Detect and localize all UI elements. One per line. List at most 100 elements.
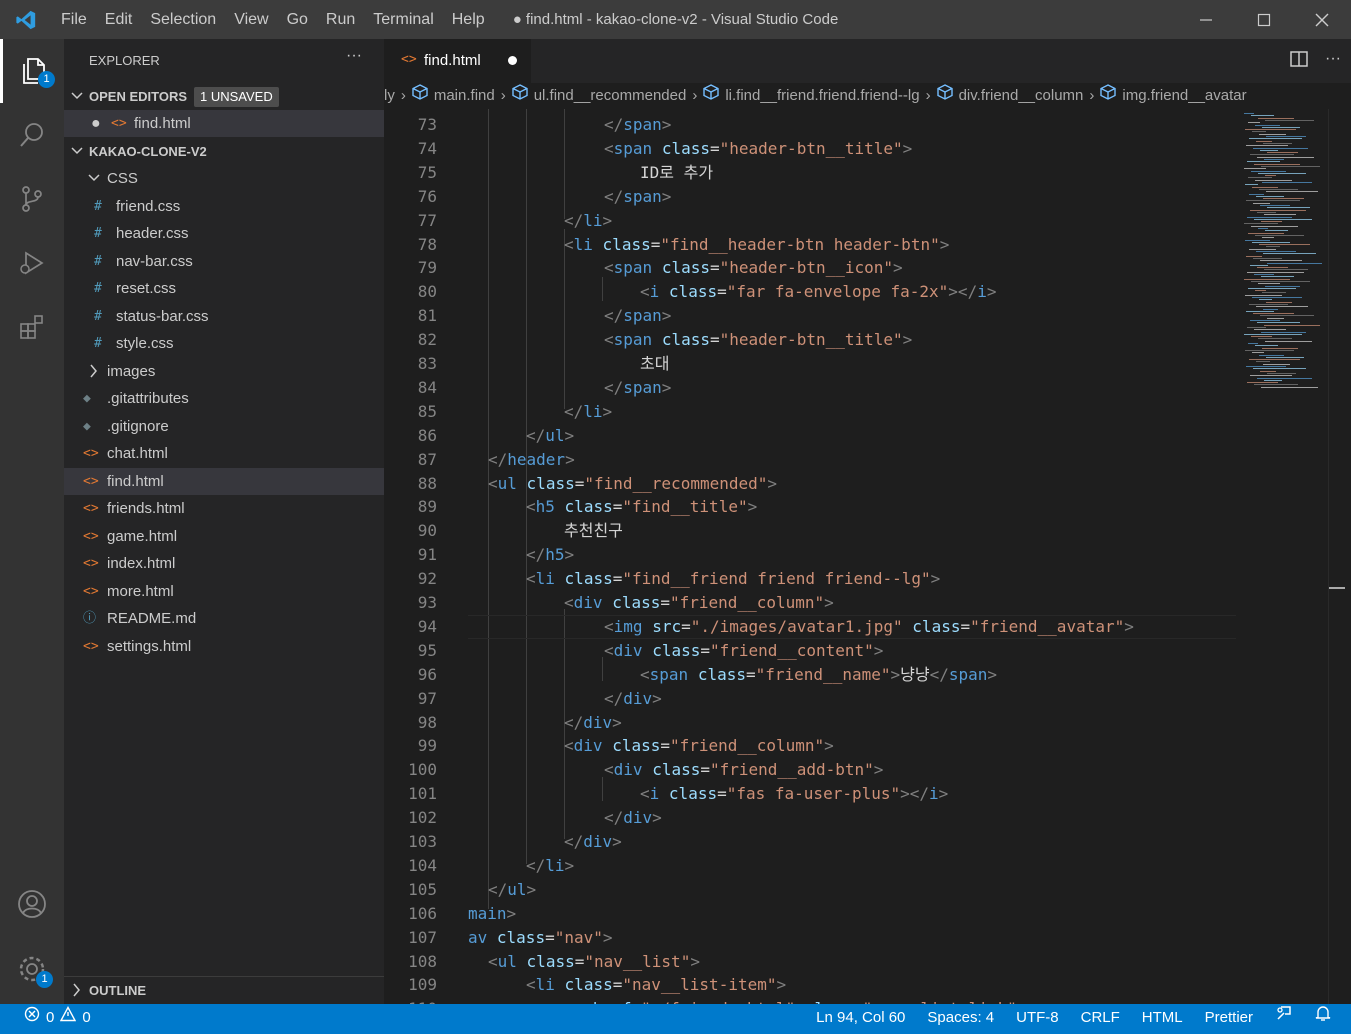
code-token: =: [709, 258, 720, 278]
line-number: 75: [417, 162, 437, 182]
file-tree-item[interactable]: # style.css: [64, 330, 384, 357]
file-tree-item[interactable]: <> friends.html: [64, 495, 384, 522]
maximize-icon[interactable]: [1235, 0, 1293, 39]
file-tree-item[interactable]: <> find.html: [64, 467, 384, 495]
file-tree-item[interactable]: images: [64, 358, 384, 385]
project-section[interactable]: KAKAO-CLONE-V2: [64, 138, 384, 165]
extensions-icon[interactable]: [0, 295, 64, 359]
code-line: 105 </ul>: [384, 878, 1236, 902]
line-number: 88: [417, 473, 437, 493]
menu-item-selection[interactable]: Selection: [141, 0, 225, 39]
code-token: "find__friend friend friend--lg": [622, 569, 931, 589]
minimap-line: [1249, 248, 1276, 250]
source-control-icon[interactable]: [0, 167, 64, 231]
menu-item-help[interactable]: Help: [443, 0, 494, 39]
file-tree-item[interactable]: # header.css: [64, 220, 384, 247]
code-editor[interactable]: 73 </span> 74 <span class="header-btn__titl…: [384, 109, 1236, 1004]
open-editors-section[interactable]: OPEN EDITORS 1 UNSAVED: [64, 83, 384, 110]
warning-icon: [60, 1004, 77, 1032]
file-tree-item[interactable]: <> more.html: [64, 578, 384, 605]
breadcrumb-item[interactable]: ly: [384, 83, 395, 109]
menu-item-file[interactable]: File: [52, 0, 96, 39]
run-debug-icon[interactable]: [0, 231, 64, 295]
indentation[interactable]: Spaces: 4: [927, 1004, 994, 1032]
settings-gear-icon[interactable]: 1: [0, 937, 64, 1001]
code-token: div: [613, 760, 643, 780]
tab-find-html[interactable]: <> find.html: [384, 39, 531, 83]
symbol-element-icon: [512, 83, 528, 109]
code-token: span: [613, 258, 653, 278]
file-tree-item[interactable]: # friend.css: [64, 193, 384, 220]
unsaved-dot-icon[interactable]: [508, 56, 517, 65]
file-tree-item[interactable]: <> game.html: [64, 523, 384, 550]
code-token: >: [564, 855, 575, 875]
file-tree-item[interactable]: <> chat.html: [64, 440, 384, 467]
breadcrumb-item[interactable]: main.find: [412, 83, 495, 109]
problems-indicator[interactable]: 0 0: [24, 1004, 91, 1032]
breadcrumb-item[interactable]: ul.find__recommended: [512, 83, 686, 109]
menu-item-run[interactable]: Run: [317, 0, 364, 39]
file-tree-item[interactable]: ◆ .gitignore: [64, 413, 384, 440]
code-text: </div>: [564, 830, 622, 854]
file-tree-item[interactable]: CSS: [64, 165, 384, 192]
menu-item-go[interactable]: Go: [278, 0, 317, 39]
code-token: >: [873, 640, 884, 660]
code-line: 91 </h5>: [384, 543, 1236, 567]
code-line: 87 </header>: [384, 448, 1236, 472]
file-tree-item[interactable]: ◆ .gitattributes: [64, 385, 384, 412]
file-tree-item[interactable]: # status-bar.css: [64, 303, 384, 330]
more-actions-icon[interactable]: ···: [346, 47, 362, 65]
language-mode[interactable]: HTML: [1142, 1004, 1183, 1032]
search-icon[interactable]: [0, 103, 64, 167]
minimize-icon[interactable]: [1177, 0, 1235, 39]
minimap-line: [1251, 336, 1272, 338]
encoding[interactable]: UTF-8: [1016, 1004, 1059, 1032]
breadcrumb-item[interactable]: li.find__friend.friend.friend--lg: [703, 83, 920, 109]
minimap[interactable]: [1236, 109, 1328, 1004]
minimap-line: [1255, 124, 1280, 126]
file-tree-item-label: images: [107, 362, 156, 380]
file-tree-item[interactable]: <> index.html: [64, 550, 384, 577]
breadcrumb-item[interactable]: div.friend__column: [936, 83, 1083, 109]
end-of-line[interactable]: CRLF: [1081, 1004, 1120, 1032]
code-line: 102 </div>: [384, 806, 1236, 830]
code-text: <ul class="find__recommended">: [488, 472, 777, 496]
cursor-position[interactable]: Ln 94, Col 60: [816, 1004, 905, 1032]
outline-section[interactable]: OUTLINE: [64, 976, 384, 1004]
menu-item-edit[interactable]: Edit: [96, 0, 142, 39]
formatter[interactable]: Prettier: [1205, 1004, 1253, 1032]
feedback-icon[interactable]: [1275, 1004, 1293, 1032]
minimap-line: [1267, 152, 1298, 154]
file-tree-item[interactable]: <> settings.html: [64, 633, 384, 660]
minimap-line: [1249, 193, 1264, 195]
close-icon[interactable]: [1293, 0, 1351, 39]
split-editor-icon[interactable]: [1289, 49, 1309, 74]
minimap-line: [1266, 301, 1292, 303]
error-icon: [24, 1004, 40, 1032]
account-icon[interactable]: [0, 872, 64, 936]
explorer-icon[interactable]: 1: [0, 39, 64, 103]
vertical-scrollbar[interactable]: [1328, 109, 1345, 1004]
line-number: 92: [417, 569, 437, 589]
breadcrumb-item[interactable]: img.friend__avatar: [1100, 83, 1247, 109]
code-token: "find__header-btn header-btn": [660, 234, 940, 254]
file-tree-item[interactable]: # reset.css: [64, 275, 384, 302]
more-actions-icon[interactable]: ···: [1325, 49, 1341, 74]
minimap-line: [1258, 117, 1294, 119]
file-tree-item[interactable]: # nav-bar.css: [64, 248, 384, 275]
code-text: <i class="far fa-envelope fa-2x"></i>: [640, 280, 996, 304]
unsaved-badge: 1 UNSAVED: [194, 87, 279, 107]
code-line: 99 <div class="friend__column">: [384, 734, 1236, 758]
code-token: "nav": [554, 927, 603, 947]
open-editor-item[interactable]: ● <> find.html: [64, 110, 384, 137]
notifications-bell-icon[interactable]: [1315, 1004, 1331, 1032]
menu-item-view[interactable]: View: [225, 0, 277, 39]
code-token: 추천친구: [564, 521, 623, 541]
file-tree-item[interactable]: ⓘ README.md: [64, 605, 384, 632]
menu-item-terminal[interactable]: Terminal: [364, 0, 442, 39]
unsaved-dot-icon[interactable]: ●: [91, 110, 101, 137]
html-file-icon: <>: [83, 528, 99, 544]
code-token: >: [612, 832, 622, 851]
